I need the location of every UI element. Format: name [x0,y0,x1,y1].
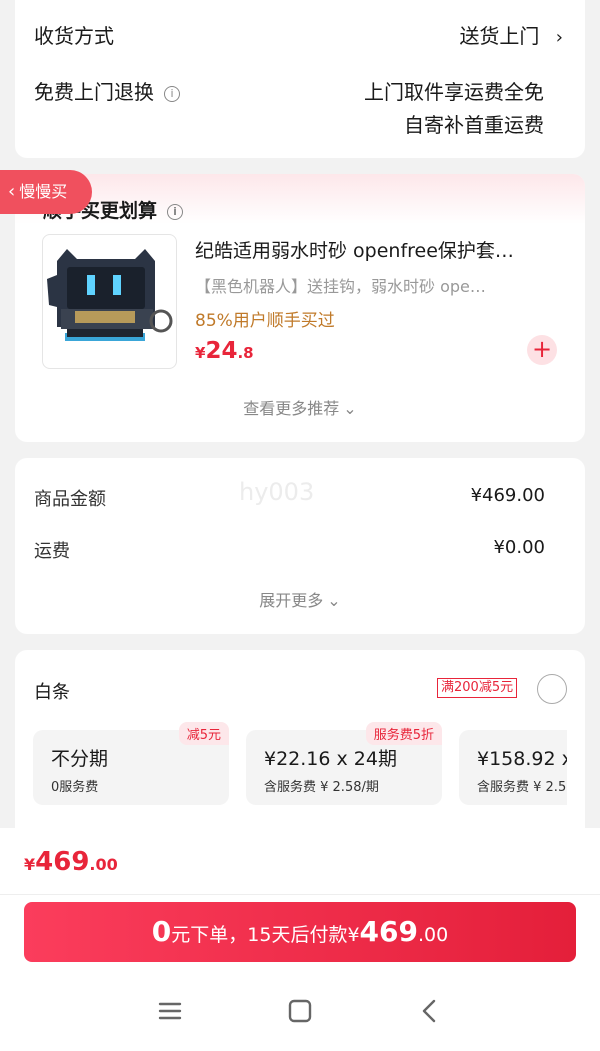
more-recommend-label: 查看更多推荐 [243,399,340,418]
chevron-down-icon: ⌄ [327,591,341,610]
pay-p4: 469 [359,915,418,948]
plan-main: ¥22.16 x 24期 [264,748,397,770]
plan-badge: 服务费5折 [365,722,442,745]
total-price: ¥469.00 [24,847,118,877]
system-nav-bar [0,996,600,1036]
pay-p1: 0 [151,915,172,948]
pay-p5: .00 [418,924,449,946]
free-return-label: 免费上门退换 [34,80,154,104]
plan-sub: 0服务费 [51,780,99,795]
plan-main: 不分期 [51,748,109,770]
price-dec: .8 [237,344,254,362]
info-icon[interactable]: i [164,85,180,102]
price-int: 24 [205,338,238,364]
plan-option[interactable]: ¥158.92 x 3期 含服务费 ¥ 2.58/期 [459,730,567,805]
baitiao-radio[interactable] [537,674,567,704]
slow-buy-label: 慢慢买 [19,182,68,201]
expand-more-label: 展开更多 [259,591,324,610]
more-recommend-button[interactable]: 查看更多推荐 ⌄ [15,395,585,419]
pay-p2: 元下单，15天后付款 [171,924,348,946]
plan-option[interactable]: 服务费5折 ¥22.16 x 24期 含服务费 ¥ 2.58/期 [246,722,442,805]
shipping-label: 运费 [34,541,70,562]
product-image[interactable] [42,234,177,369]
chevron-left-icon: ‹ [8,181,16,202]
free-return-row: 免费上门退换 i [34,76,180,105]
delivery-card: 收货方式 送货上门 › 免费上门退换 i 上门取件享运费全免 自寄补首重运费 [15,0,585,158]
product-buy-tag: 85%用户顺手买过 [195,311,335,331]
plan-option[interactable]: 减5元 不分期 0服务费 [33,722,229,805]
plan-sub: 含服务费 ¥ 2.58/期 [264,780,379,795]
plan-main: ¥158.92 x 3期 [477,748,567,770]
baitiao-card: 白条 满200减5元 减5元 不分期 0服务费 服务费5折 ¥22.16 x 2… [15,650,585,850]
pay-p3: ¥ [347,924,360,946]
goods-amount-label: 商品金额 [34,489,106,510]
total-int: 469 [35,847,90,877]
total-symbol: ¥ [24,855,36,874]
price-symbol: ¥ [195,344,206,362]
product-price: ¥24.8 [195,338,254,364]
baitiao-title: 白条 [34,682,70,703]
info-icon[interactable]: i [167,203,184,220]
slow-buy-tag[interactable]: ‹ 慢慢买 [0,170,92,214]
chevron-right-icon: › [555,27,563,48]
back-icon[interactable] [415,996,445,1026]
total-dec: .00 [89,855,118,874]
menu-icon[interactable] [155,996,185,1026]
amount-card: hy003 商品金额 ¥469.00 运费 ¥0.00 展开更多 ⌄ [15,458,585,634]
watermark: hy003 [239,478,315,506]
chevron-down-icon: ⌄ [343,399,357,418]
delivery-method-row[interactable]: 送货上门 › [459,20,563,49]
product-title[interactable]: 纪皓适用弱水时砂 openfree保护套… [195,236,565,263]
plan-option-clip: ¥158.92 x 3期 含服务费 ¥ 2.58/期 [459,730,567,805]
plus-icon: + [531,335,553,363]
home-icon[interactable] [285,996,315,1026]
add-to-cart-button[interactable]: + [527,335,557,365]
robot-case-image [47,249,173,341]
bottom-bar: ¥469.00 0元下单，15天后付款¥469.00 [0,828,600,1051]
delivery-method-label: 收货方式 [34,24,114,48]
baitiao-promo-badge: 满200减5元 [437,678,518,698]
plan-badge: 减5元 [178,722,229,745]
recommend-card: 顺手买更划算 i 纪皓适用弱水时砂 openfree保护套… 【黑色机器人】送挂钩… [15,174,585,442]
shipping-value: ¥0.00 [493,537,545,558]
pay-later-button[interactable]: 0元下单，15天后付款¥469.00 [24,902,576,962]
divider [0,894,600,895]
return-value-line2: 自寄补首重运费 [404,113,544,137]
expand-more-button[interactable]: 展开更多 ⌄ [15,587,585,611]
return-value-line1: 上门取件享运费全免 [364,80,544,104]
plan-sub: 含服务费 ¥ 2.58/期 [477,780,567,795]
product-subtitle: 【黑色机器人】送挂钩，弱水时砂 ope… [195,277,486,296]
goods-amount-value: ¥469.00 [470,485,545,506]
delivery-method-value: 送货上门 [459,24,540,48]
